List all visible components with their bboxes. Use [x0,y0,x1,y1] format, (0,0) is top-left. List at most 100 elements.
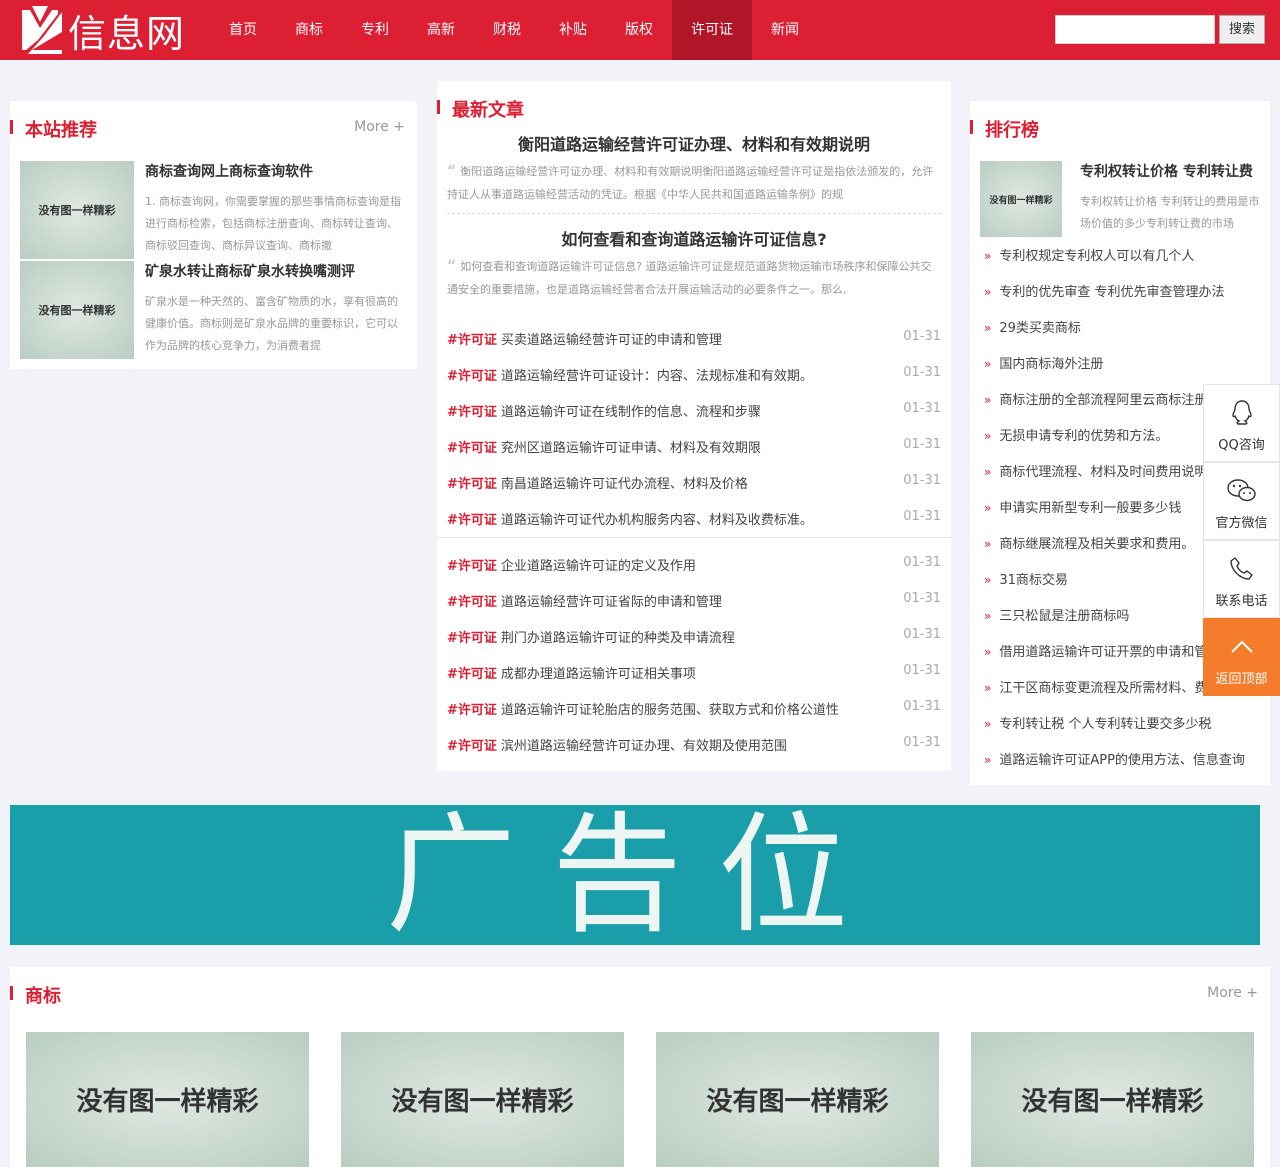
quote-icon: “ [447,163,457,179]
nav-item-copyright[interactable]: 版权 [606,0,672,60]
ranking-top-title[interactable]: 专利权转让价格 专利转让费 [1080,161,1270,181]
article-row[interactable]: #许可证 荆门办道路运输许可证的种类及申请流程 01-31 [447,627,941,647]
search-button[interactable]: 搜索 [1219,15,1265,44]
article-row[interactable]: #许可证 道路运输经营许可证设计：内容、法规标准和有效期。 01-31 [447,365,941,385]
article-title[interactable]: 道路运输许可证在线制作的信息、流程和步骤 [501,405,761,420]
article-tag[interactable]: #许可证 [447,513,497,528]
ranking-item-label[interactable]: 借用道路运输许可证开票的申请和管理 [999,645,1220,660]
article-tag[interactable]: #许可证 [447,667,497,682]
article-row[interactable]: #许可证 道路运输经营许可证省际的申请和管理 01-31 [447,591,941,611]
ad-text: 广告位 [385,799,884,951]
nav-item-news[interactable]: 新闻 [752,0,818,60]
article-title[interactable]: 道路运输经营许可证省际的申请和管理 [501,595,722,610]
article-row[interactable]: #许可证 道路运输许可证在线制作的信息、流程和步骤 01-31 [447,401,941,421]
thumbnail-image[interactable]: 没有图一样精彩 [20,261,134,359]
trademark-more-link[interactable]: More + [1207,985,1258,1001]
card-placeholder-text: 没有图一样精彩 [76,1087,259,1117]
article-row[interactable]: #许可证 企业道路运输许可证的定义及作用 01-31 [447,555,941,575]
nav-item-patent[interactable]: 专利 [342,0,408,60]
featured-article-title[interactable]: 衡阳道路运输经营许可证办理、材料和有效期说明 [437,131,951,155]
nav-item-trademark[interactable]: 商标 [276,0,342,60]
ranking-item-label[interactable]: 商标继展流程及相关要求和费用。 [999,537,1194,552]
article-tag[interactable]: #许可证 [447,703,497,718]
trademark-card-image[interactable]: 没有图一样精彩 [341,1032,624,1167]
article-tag[interactable]: #许可证 [447,369,497,384]
wechat-label: 官方微信 [1215,516,1268,531]
recommend-item[interactable]: 没有图一样精彩 商标查询网上商标查询软件 1. 商标查询网，你需要掌握的那些事情… [20,161,415,259]
ranking-item[interactable]: » 道路运输许可证APP的使用方法、信息查询 [984,749,1259,769]
double-chevron-right-icon: » [984,573,992,587]
article-row[interactable]: #许可证 买卖道路运输经营许可证的申请和管理 01-31 [447,329,941,349]
article-tag[interactable]: #许可证 [447,739,497,754]
article-row[interactable]: #许可证 成都办理道路运输许可证相关事项 01-31 [447,663,941,683]
article-title[interactable]: 道路运输许可证代办机构服务内容、材料及收费标准。 [501,513,813,528]
recommend-item-title[interactable]: 商标查询网上商标查询软件 [145,161,313,181]
trademark-card-image[interactable]: 没有图一样精彩 [971,1032,1254,1167]
ranking-item-label[interactable]: 商标注册的全部流程阿里云商标注册 [999,393,1207,408]
article-row[interactable]: #许可证 滨州道路运输经营许可证办理、有效期及使用范围 01-31 [447,735,941,755]
ranking-item[interactable]: » 专利的优先审查 专利优先审查管理办法 [984,281,1259,301]
article-tag[interactable]: #许可证 [447,333,497,348]
ad-banner[interactable]: 广告位 [10,805,1260,945]
site-logo[interactable]: 信息网 [18,6,185,56]
article-title[interactable]: 兖州区道路运输许可证申请、材料及有效期限 [501,441,761,456]
ranking-item-label[interactable]: 专利转让税 个人专利转让要交多少税 [999,717,1211,732]
qq-consult-button[interactable]: QQ咨询 [1203,384,1280,462]
ranking-item-label[interactable]: 申请实用新型专利一般要多少钱 [999,501,1181,516]
article-row[interactable]: #许可证 兖州区道路运输许可证申请、材料及有效期限 01-31 [447,437,941,457]
ranking-top-item[interactable]: 没有图一样精彩 专利权转让价格 专利转让费 专利权转让价格 专利转让的费用是市场… [980,161,1270,237]
recommend-more-link[interactable]: More + [354,119,405,135]
nav-item-finance-tax[interactable]: 财税 [474,0,540,60]
trademark-card-image[interactable]: 没有图一样精彩 [26,1032,309,1167]
article-tag[interactable]: #许可证 [447,595,497,610]
thumbnail-image[interactable]: 没有图一样精彩 [20,161,134,259]
trademark-card-image[interactable]: 没有图一样精彩 [656,1032,939,1167]
featured-article-title[interactable]: 如何查看和查询道路运输许可证信息? [437,226,951,250]
article-row[interactable]: #许可证 道路运输许可证代办机构服务内容、材料及收费标准。 01-31 [447,509,941,529]
back-to-top-button[interactable]: 返回顶部 [1203,618,1280,696]
nav-item-home[interactable]: 首页 [210,0,276,60]
article-title[interactable]: 道路运输许可证轮胎店的服务范围、获取方式和价格公道性 [501,703,839,718]
ranking-item-label[interactable]: 29类买卖商标 [999,321,1081,336]
contact-phone-button[interactable]: 联系电话 [1203,540,1280,618]
ranking-item[interactable]: » 29类买卖商标 [984,317,1259,337]
ranking-item-label[interactable]: 专利的优先审查 专利优先审查管理办法 [999,285,1224,300]
article-tag[interactable]: #许可证 [447,477,497,492]
article-tag[interactable]: #许可证 [447,631,497,646]
article-tag[interactable]: #许可证 [447,405,497,420]
ranking-item-label[interactable]: 无损申请专利的优势和方法。 [999,429,1168,444]
recommend-item-title[interactable]: 矿泉水转让商标矿泉水转换嘴测评 [145,261,355,281]
article-tag[interactable]: #许可证 [447,559,497,574]
article-title[interactable]: 荆门办道路运输许可证的种类及申请流程 [501,631,735,646]
ranking-item-label[interactable]: 商标代理流程、材料及时间费用说明 [999,465,1207,480]
recommend-item[interactable]: 没有图一样精彩 矿泉水转让商标矿泉水转换嘴测评 矿泉水是一种天然的、富含矿物质的… [20,261,415,359]
thumbnail-image[interactable]: 没有图一样精彩 [980,161,1062,237]
nav-item-subsidy[interactable]: 补贴 [540,0,606,60]
article-title[interactable]: 南昌道路运输许可证代办流程、材料及价格 [501,477,748,492]
double-chevron-right-icon: » [984,465,992,479]
ranking-item-label[interactable]: 道路运输许可证APP的使用方法、信息查询 [999,753,1245,768]
ranking-item[interactable]: » 国内商标海外注册 [984,353,1259,373]
article-tag[interactable]: #许可证 [447,441,497,456]
double-chevron-right-icon: » [984,393,992,407]
ranking-item-label[interactable]: 国内商标海外注册 [999,357,1103,372]
article-row[interactable]: #许可证 道路运输许可证轮胎店的服务范围、获取方式和价格公道性 01-31 [447,699,941,719]
wechat-button[interactable]: 官方微信 [1203,462,1280,540]
article-title[interactable]: 企业道路运输许可证的定义及作用 [501,559,696,574]
ranking-item-label[interactable]: 江干区商标变更流程及所需材料、费用 [999,681,1220,696]
ranking-item-label[interactable]: 31商标交易 [999,573,1068,588]
qq-consult-label: QQ咨询 [1218,438,1265,453]
search-input[interactable] [1055,15,1215,44]
nav-item-hightech[interactable]: 高新 [408,0,474,60]
ranking-item-label[interactable]: 三只松鼠是注册商标吗 [999,609,1129,624]
article-title[interactable]: 成都办理道路运输许可证相关事项 [501,667,696,682]
ranking-item[interactable]: » 专利权规定专利权人可以有几个人 [984,245,1259,265]
double-chevron-right-icon: » [984,717,992,731]
article-row[interactable]: #许可证 南昌道路运输许可证代办流程、材料及价格 01-31 [447,473,941,493]
ranking-item-label[interactable]: 专利权规定专利权人可以有几个人 [999,249,1194,264]
nav-item-license[interactable]: 许可证 [672,0,752,60]
article-title[interactable]: 滨州道路运输经营许可证办理、有效期及使用范围 [501,739,787,754]
article-title[interactable]: 买卖道路运输经营许可证的申请和管理 [501,333,722,348]
ranking-item[interactable]: » 专利转让税 个人专利转让要交多少税 [984,713,1259,733]
article-title[interactable]: 道路运输经营许可证设计：内容、法规标准和有效期。 [501,369,813,384]
